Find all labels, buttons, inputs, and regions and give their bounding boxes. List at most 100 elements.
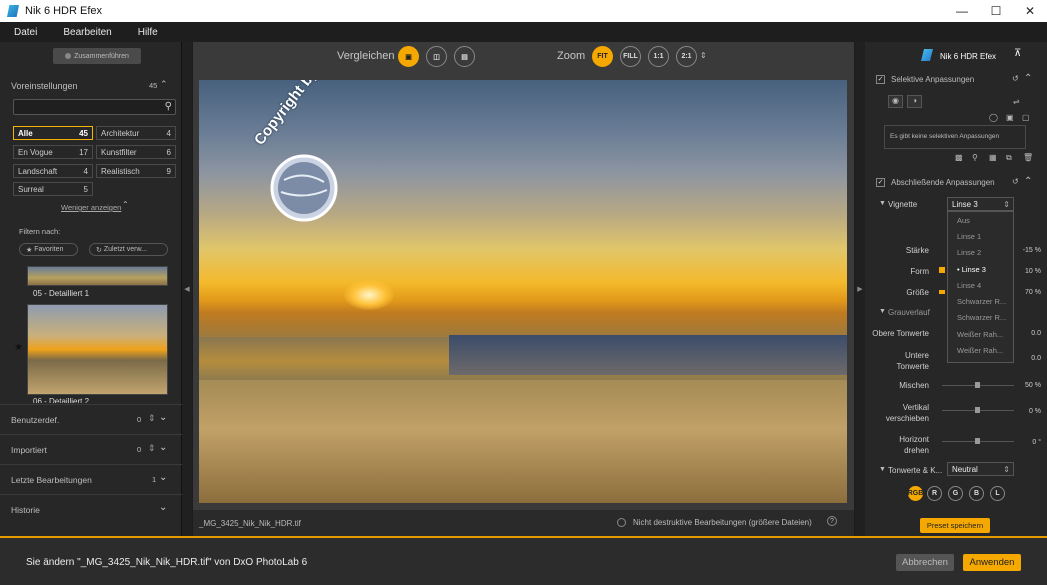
zoom-fit-button[interactable]: FIT (592, 46, 613, 67)
mask-icon[interactable]: ▢ (1022, 113, 1030, 122)
sun (344, 280, 394, 310)
nondestructive-checkbox[interactable] (617, 518, 626, 527)
compare-single-button[interactable]: ▣ (398, 46, 419, 67)
compare-stack-button[interactable]: ▤ (454, 46, 475, 67)
apply-button[interactable]: Anwenden (963, 554, 1021, 571)
settings-icon[interactable]: ⇌ (1013, 97, 1020, 106)
section-custom[interactable]: Benutzerdef. 0 ⇕ ⌄ (0, 404, 182, 434)
vignette-option[interactable]: Weißer Rah... (948, 342, 1013, 358)
mask-view-icon[interactable]: ▩ (955, 153, 963, 162)
horizon-rotate-slider[interactable] (942, 438, 1014, 444)
favorite-star-icon[interactable]: ★ (14, 342, 23, 353)
chevron-down-icon[interactable]: ⌄ (159, 442, 167, 453)
chevron-up-icon[interactable]: ⌃ (1024, 73, 1032, 84)
zoom-2-1-button[interactable]: 2:1 (676, 46, 697, 67)
duplicate-icon[interactable]: ⧉ (1006, 153, 1012, 163)
form-value: 10 % (1025, 268, 1041, 275)
brush-icon[interactable]: ◑ (907, 95, 922, 108)
right-title: Nik 6 HDR Efex (940, 52, 997, 61)
mix-slider[interactable] (942, 382, 1014, 388)
favorites-filter[interactable]: ★ Favoriten (19, 243, 78, 256)
section-recent-edits[interactable]: Letzte Bearbeitungen 1 ⌄ (0, 464, 182, 494)
menu-edit[interactable]: Bearbeiten (63, 27, 111, 38)
category-en-vogue[interactable]: En Vogue 17 (13, 145, 93, 159)
collapse-left-handle[interactable]: ◀ (182, 42, 192, 536)
chevron-down-icon[interactable]: ▼ (879, 308, 886, 315)
channel-l-button[interactable]: L (990, 486, 1005, 501)
vignette-option[interactable]: Linse 1 (948, 228, 1013, 244)
vignette-option[interactable]: Schwarzer R... (948, 310, 1013, 326)
recent-filter[interactable]: ↻ Zuletzt verw... (89, 243, 168, 256)
zoom-fill-button[interactable]: FILL (620, 46, 641, 67)
channel-g-button[interactable]: G (948, 486, 963, 501)
section-imported[interactable]: Importiert 0 ⇕ ⌄ (0, 434, 182, 464)
category-realistisch[interactable]: Realistisch 9 (96, 164, 176, 178)
category-surreal[interactable]: Surreal 5 (13, 182, 93, 196)
trash-icon[interactable]: 🗑 (1023, 153, 1033, 162)
circle-select-icon[interactable]: ◯ (989, 113, 998, 122)
category-count: 4 (83, 166, 88, 176)
chevron-down-icon[interactable]: ⌄ (159, 472, 167, 483)
reset-icon[interactable]: ↺ (1012, 74, 1019, 83)
tone-select[interactable]: Neutral ⇕ (947, 462, 1014, 476)
category-kunstfilter[interactable]: Kunstfilter 6 (96, 145, 176, 159)
category-landschaft[interactable]: Landschaft 4 (13, 164, 93, 178)
add-point-icon[interactable]: ⚲ (972, 153, 978, 162)
preset-thumbnail-1[interactable] (27, 266, 168, 286)
photo-preview[interactable]: Copyright by Ahadesign.eu (199, 80, 847, 503)
menu-help[interactable]: Hilfe (138, 27, 158, 38)
chevron-down-icon[interactable]: ▼ (879, 200, 886, 207)
reset-icon[interactable]: ↺ (1012, 177, 1019, 186)
merge-button[interactable]: Zusammenführen (53, 48, 141, 64)
slider-handle[interactable] (975, 382, 980, 388)
chevron-down-icon[interactable]: ⌄ (159, 412, 167, 423)
show-less-link[interactable]: Weniger anzeigen (61, 203, 121, 212)
sort-icon[interactable]: ⇕ (148, 443, 156, 454)
channel-r-button[interactable]: R (927, 486, 942, 501)
final-checkbox[interactable]: ✓ (876, 178, 885, 187)
save-preset-button[interactable]: Preset speichern (920, 518, 990, 533)
vignette-option[interactable]: Linse 2 (948, 245, 1013, 261)
compare-split-button[interactable]: ◫ (426, 46, 447, 67)
category-all[interactable]: Alle 45 (13, 126, 93, 140)
collapse-right-handle[interactable]: ▶ (855, 42, 865, 536)
chevron-up-icon[interactable]: ⌃ (160, 79, 168, 90)
vignette-option[interactable]: Linse 4 (948, 277, 1013, 293)
square-select-icon[interactable]: ▣ (1006, 113, 1014, 122)
chevron-up-icon[interactable]: ⌃ (1024, 176, 1032, 187)
category-architektur[interactable]: Architektur 4 (96, 126, 176, 140)
slider-handle[interactable] (975, 438, 980, 444)
close-button[interactable]: ✕ (1013, 0, 1047, 22)
channel-rgb-button[interactable]: RGB (908, 486, 923, 501)
preset-thumbnail-2[interactable] (27, 304, 168, 395)
channel-b-button[interactable]: B (969, 486, 984, 501)
selective-checkbox[interactable]: ✓ (876, 75, 885, 84)
presets-title: Voreinstellungen (11, 81, 78, 91)
cancel-button[interactable]: Abbrechen (896, 554, 954, 571)
chevron-down-icon[interactable]: ▼ (879, 466, 886, 473)
sort-icon[interactable]: ⇕ (148, 413, 156, 424)
collapse-up-icon[interactable]: ⊼ (1014, 48, 1021, 59)
help-button[interactable]: ? (827, 516, 837, 526)
vignette-option[interactable]: Aus (948, 212, 1013, 228)
vignette-select[interactable]: Linse 3 ⇕ (947, 197, 1014, 211)
category-count: 45 (79, 128, 88, 138)
form-slider-handle[interactable] (939, 267, 945, 273)
minimize-button[interactable]: — (945, 0, 979, 22)
size-slider-handle[interactable] (939, 290, 945, 294)
chevron-down-icon[interactable]: ⌄ (159, 502, 167, 513)
zoom-1-1-button[interactable]: 1:1 (648, 46, 669, 67)
section-history[interactable]: Historie ⌄ (0, 494, 182, 524)
search-input[interactable]: ⚲ (13, 99, 176, 115)
chevron-up-icon[interactable]: ⌃ (122, 200, 129, 209)
slider-handle[interactable] (975, 407, 980, 413)
maximize-button[interactable]: ☐ (979, 0, 1013, 22)
vertical-shift-slider[interactable] (942, 407, 1014, 413)
vignette-option-selected[interactable]: • Linse 3 (948, 261, 1013, 277)
vignette-option[interactable]: Schwarzer R... (948, 293, 1013, 309)
menu-file[interactable]: Datei (14, 27, 37, 38)
control-point-icon[interactable]: ◉ (888, 95, 903, 108)
vignette-option[interactable]: Weißer Rah... (948, 326, 1013, 342)
zoom-stepper-icon[interactable]: ⇕ (700, 51, 707, 60)
group-icon[interactable]: ▦ (989, 153, 997, 162)
